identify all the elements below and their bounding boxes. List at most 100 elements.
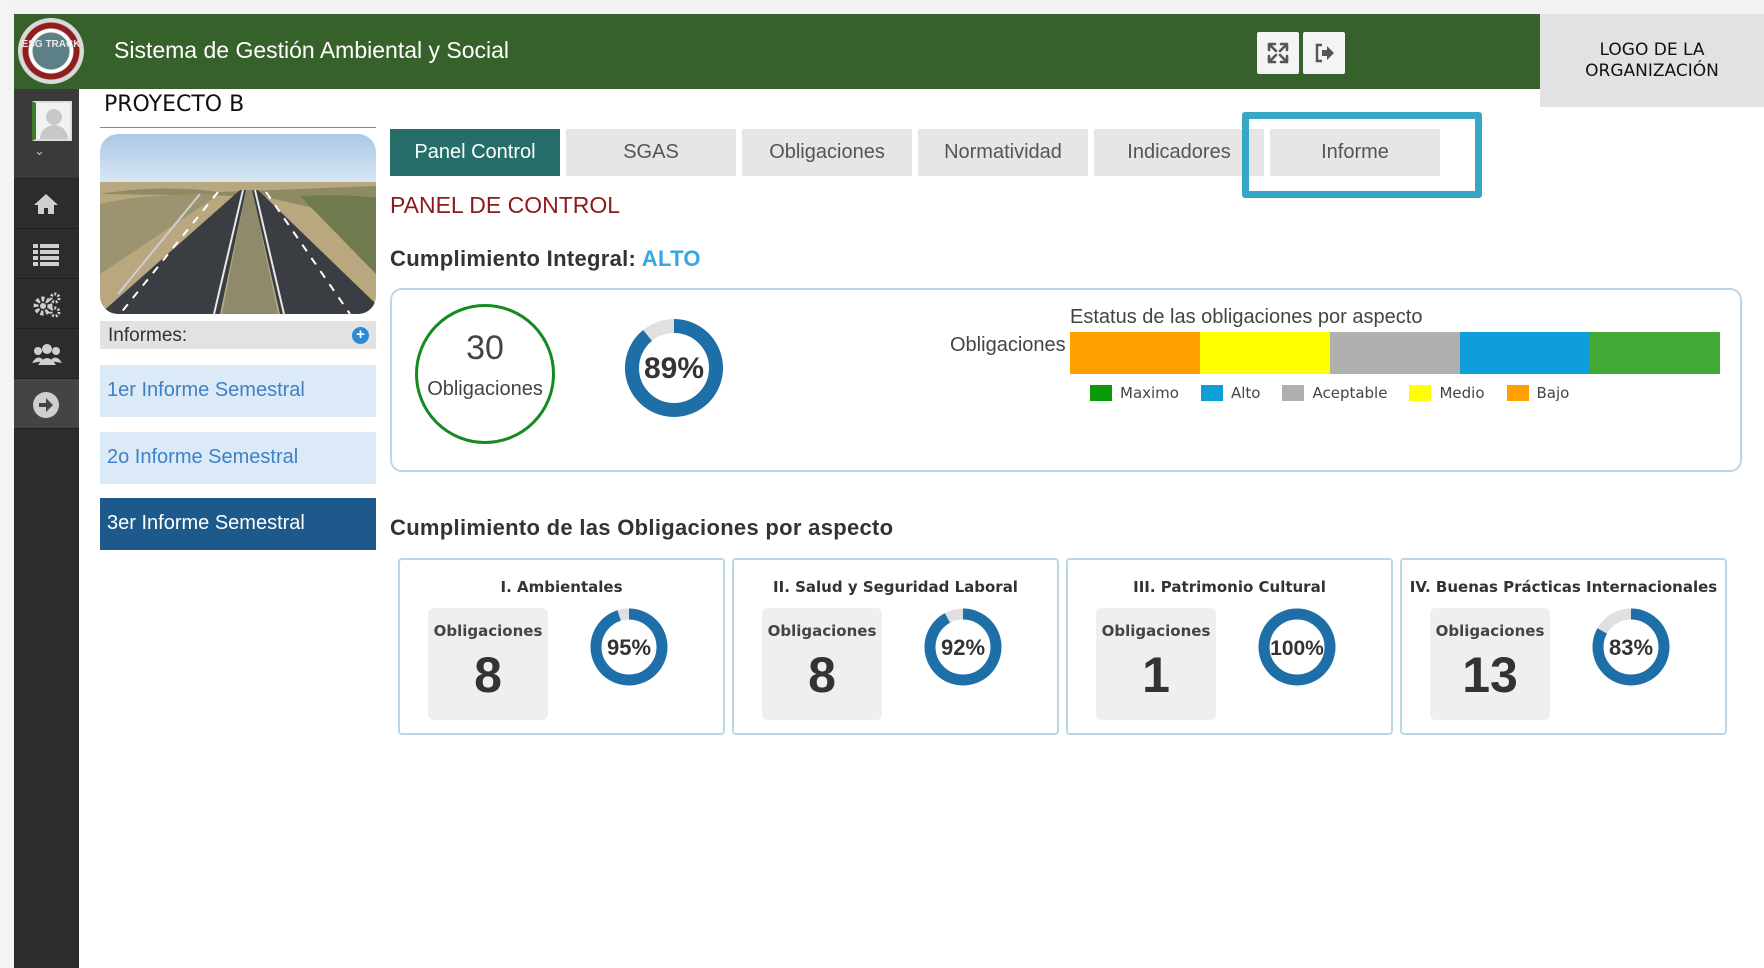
tab-sgas[interactable]: SGAS [566, 129, 736, 176]
logout-button[interactable] [1303, 32, 1345, 74]
aspect-count-box: Obligaciones 13 [1430, 608, 1550, 720]
bar-segment-medio [1200, 332, 1330, 374]
informe-item-label: 3er Informe Semestral [107, 512, 305, 534]
status-stacked-bar [1070, 332, 1720, 374]
aspects-heading: Cumplimiento de las Obligaciones por asp… [390, 515, 894, 540]
aspect-count-box: Obligaciones 8 [762, 608, 882, 720]
project-title: PROYECTO B [104, 92, 245, 117]
informes-label: Informes: [108, 325, 188, 346]
chart-legend: Maximo Alto Aceptable Medio Bajo [1090, 384, 1569, 402]
integral-label: Cumplimiento Integral: [390, 246, 637, 271]
legend-item-bajo: Bajo [1506, 384, 1570, 402]
bar-segment-bajo [1070, 332, 1200, 374]
aspect-count: 13 [1462, 647, 1518, 703]
legend-swatch [1200, 385, 1223, 401]
legend-item-maximo: Maximo [1090, 384, 1179, 402]
aspect-donut: 100% [1258, 608, 1336, 686]
app-logo[interactable]: ESG TRACK [18, 18, 84, 84]
page-title: PANEL DE CONTROL [390, 192, 621, 218]
total-count: 30 [466, 329, 504, 367]
overall-percent: 89% [644, 352, 704, 385]
org-logo-line1: LOGO DE LA [1599, 40, 1705, 60]
legend-item-alto: Alto [1200, 384, 1260, 402]
expand-icon [1267, 42, 1289, 64]
divider [100, 127, 376, 128]
legend-swatch [1409, 385, 1432, 401]
aspect-percent: 95% [607, 635, 651, 660]
bar-segment-aceptable [1330, 332, 1460, 374]
avatar[interactable] [32, 101, 72, 141]
aspect-percent: 92% [941, 635, 985, 660]
aspect-count-label: Obligaciones [1101, 622, 1211, 640]
legend-label: Maximo [1120, 384, 1179, 402]
legend-swatch [1090, 385, 1112, 401]
app-title: Sistema de Gestión Ambiental y Social [114, 37, 510, 63]
legend-swatch [1506, 385, 1529, 401]
legend-item-medio: Medio [1409, 384, 1485, 402]
home-icon [34, 194, 58, 214]
aspect-count: 8 [808, 647, 836, 703]
left-edge [0, 0, 14, 968]
aspect-donut: 83% [1592, 608, 1670, 686]
aspect-donut: 95% [590, 608, 668, 686]
app-logo-text: ESG TRACK [21, 39, 81, 50]
aspect-count-box: Obligaciones 8 [428, 608, 548, 720]
legend-item-aceptable: Aceptable [1282, 384, 1387, 402]
legend-label: Medio [1439, 384, 1485, 402]
add-informe-icon[interactable]: + [352, 327, 369, 344]
user-menu[interactable]: ⌄ [14, 89, 79, 179]
legend-label: Aceptable [1312, 384, 1388, 402]
aspect-donut: 92% [924, 608, 1002, 686]
chart-category-label: Obligaciones [950, 334, 1066, 356]
tab-obligaciones[interactable]: Obligaciones [742, 129, 912, 176]
tab-informe-highlight [1242, 112, 1482, 198]
aspect-percent: 100% [1270, 637, 1324, 660]
aspect-percent: 83% [1609, 635, 1653, 660]
aspect-count-box: Obligaciones 1 [1096, 608, 1216, 720]
rail-next[interactable] [14, 379, 79, 429]
informe-item-3[interactable]: 3er Informe Semestral [100, 498, 376, 550]
tab-panel-control[interactable]: Panel Control [390, 129, 560, 176]
left-rail: ⌄ [14, 89, 79, 968]
settings-icon [33, 292, 61, 318]
informes-header: Informes: + [100, 321, 376, 349]
tab-normatividad[interactable]: Normatividad [918, 129, 1088, 176]
tab-indicadores[interactable]: Indicadores [1094, 129, 1264, 176]
aspect-count-label: Obligaciones [1435, 622, 1545, 640]
org-logo-line2: ORGANIZACIÓN [1585, 61, 1719, 81]
aspect-card-ambientales[interactable]: I. Ambientales Obligaciones 8 95% [398, 558, 725, 735]
total-obligaciones: 30 Obligaciones [415, 304, 555, 444]
integral-heading: Cumplimiento Integral: ALTO [390, 246, 701, 272]
integral-value: ALTO [641, 246, 701, 271]
aspect-count: 8 [474, 647, 502, 703]
project-image [100, 134, 376, 314]
aspect-card-salud[interactable]: II. Salud y Seguridad Laboral Obligacion… [732, 558, 1059, 735]
aspect-title: II. Salud y Seguridad Laboral [773, 578, 1018, 596]
logout-icon [1315, 43, 1334, 63]
bar-segment-alto [1460, 332, 1590, 374]
legend-label: Bajo [1536, 384, 1570, 402]
aspect-title: IV. Buenas Prácticas Internacionales [1409, 578, 1718, 596]
chart-title: Estatus de las obligaciones por aspecto [1070, 306, 1423, 328]
aspect-count-label: Obligaciones [767, 622, 877, 640]
informe-item-2[interactable]: 2o Informe Semestral [100, 432, 376, 484]
overall-donut: 89% [625, 319, 723, 417]
bar-segment-maximo [1590, 332, 1720, 374]
rail-list[interactable] [14, 229, 79, 279]
rail-users[interactable] [14, 329, 79, 379]
summary-panel: 30 Obligaciones 89% Estatus de las oblig… [390, 288, 1742, 472]
informe-item-1[interactable]: 1er Informe Semestral [100, 365, 376, 417]
informe-item-label: 1er Informe Semestral [107, 379, 305, 401]
legend-swatch [1282, 385, 1305, 401]
aspect-card-patrimonio[interactable]: III. Patrimonio Cultural Obligaciones 1 … [1066, 558, 1393, 735]
rail-home[interactable] [14, 179, 79, 229]
users-icon [32, 344, 62, 365]
arrow-right-icon [33, 392, 59, 418]
top-strip [0, 0, 1764, 14]
rail-settings[interactable] [14, 279, 79, 329]
fullscreen-button[interactable] [1257, 32, 1299, 74]
chevron-down-icon[interactable]: ⌄ [34, 143, 45, 159]
aspect-count: 1 [1142, 647, 1170, 703]
aspect-card-buenas-practicas[interactable]: IV. Buenas Prácticas Internacionales Obl… [1400, 558, 1727, 735]
list-icon [33, 244, 59, 266]
